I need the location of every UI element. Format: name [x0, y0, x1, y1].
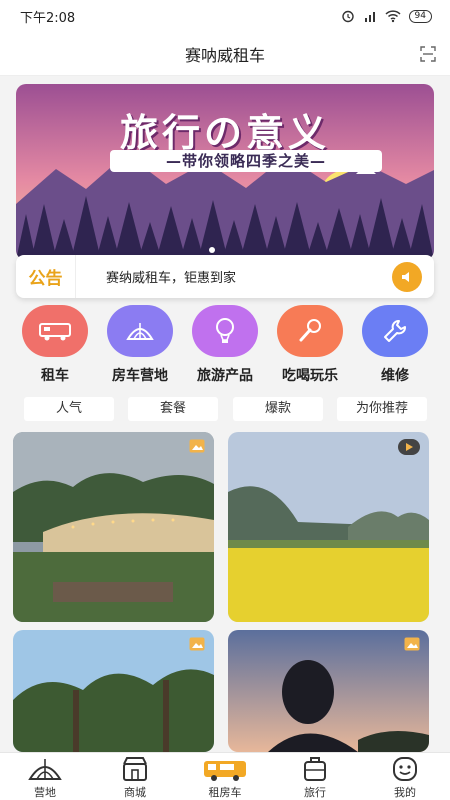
tent-icon: [107, 305, 173, 357]
notice-bar[interactable]: 公告 赛纳威租车，钜惠到家: [16, 255, 434, 298]
category-entertainment[interactable]: 吃喝玩乐: [270, 305, 350, 385]
tab-hot[interactable]: 爆款: [233, 397, 323, 421]
nav-mine[interactable]: 我的: [370, 755, 440, 800]
nav-label: 营地: [34, 786, 56, 799]
nav-label: 我的: [394, 786, 416, 799]
alarm-icon: [341, 10, 354, 23]
banner-carousel[interactable]: 旅行の意义 —带你领略四季之美—: [16, 84, 434, 260]
status-time: 下午2:08: [20, 10, 76, 26]
wrench-icon: [362, 305, 428, 357]
nav-rv-rental[interactable]: 租房车: [190, 755, 260, 800]
feed-card[interactable]: [228, 630, 429, 752]
category-grid: 租车 房车营地 旅游产品 吃喝玩乐 维修: [0, 305, 450, 385]
card-photo: [228, 630, 429, 752]
category-label: 旅游产品: [197, 368, 253, 384]
tent-icon: [28, 759, 62, 780]
face-icon: [393, 757, 417, 781]
card-photo: [13, 630, 214, 752]
feed-card[interactable]: [13, 432, 214, 622]
title-bar: 赛呐威租车: [0, 32, 450, 76]
nav-camp[interactable]: 营地: [10, 755, 80, 800]
nav-label: 旅行: [304, 786, 326, 799]
microphone-icon: [277, 305, 343, 357]
banner-subtitle: —带你领略四季之美—: [110, 150, 382, 172]
balloon-icon: [192, 305, 258, 357]
nav-shop[interactable]: 商城: [100, 755, 170, 800]
wifi-icon: [385, 10, 401, 23]
battery-icon: 94: [408, 9, 432, 23]
category-label: 维修: [381, 368, 409, 384]
nav-label: 商城: [124, 786, 146, 799]
status-icons: 94: [341, 9, 432, 23]
category-label: 租车: [41, 368, 69, 384]
tab-package[interactable]: 套餐: [128, 397, 218, 421]
notice-logo: 公告: [16, 255, 76, 298]
nav-travel[interactable]: 旅行: [280, 755, 350, 800]
hd-signal-icon: [364, 12, 375, 22]
tab-recommended[interactable]: 为你推荐: [337, 397, 427, 421]
play-icon[interactable]: [398, 439, 420, 455]
banner-title: 旅行の意义: [119, 111, 330, 155]
image-icon: [189, 439, 205, 453]
filter-tabs: 人气 套餐 爆款 为你推荐: [0, 397, 450, 423]
category-label: 房车营地: [112, 368, 168, 384]
feed-card[interactable]: [13, 630, 214, 752]
category-rv-camp[interactable]: 房车营地: [100, 305, 180, 385]
shop-icon: [123, 757, 147, 781]
notice-text: 赛纳威租车，钜惠到家: [106, 271, 237, 286]
car-icon: [22, 305, 88, 357]
category-label: 吃喝玩乐: [282, 368, 338, 384]
scan-icon[interactable]: [420, 46, 436, 62]
bottom-nav: 营地 商城 租房车 旅行 我的: [0, 752, 450, 800]
rv-icon: [204, 761, 246, 781]
card-photo: [228, 432, 429, 622]
image-icon: [189, 637, 205, 651]
speaker-icon[interactable]: [392, 261, 422, 292]
luggage-icon: [304, 757, 326, 781]
carousel-indicator: [209, 247, 215, 253]
category-car-rental[interactable]: 租车: [15, 305, 95, 385]
tab-popular[interactable]: 人气: [24, 397, 114, 421]
page-title: 赛呐威租车: [184, 45, 265, 65]
status-bar: 下午2:08 94: [0, 0, 450, 32]
category-repair[interactable]: 维修: [355, 305, 435, 385]
image-icon: [404, 637, 420, 651]
category-travel-products[interactable]: 旅游产品: [185, 305, 265, 385]
card-photo: [13, 432, 214, 622]
feed-card[interactable]: [228, 432, 429, 622]
nav-label: 租房车: [208, 786, 242, 799]
